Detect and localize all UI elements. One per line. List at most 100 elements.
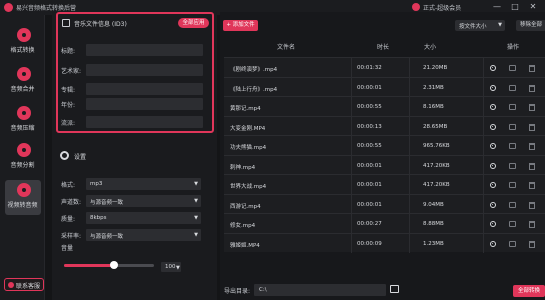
open-folder-icon[interactable] — [509, 221, 516, 227]
file-name: 《陆上行舟》.mp4 — [230, 86, 278, 93]
table-row[interactable]: 黄那记.mp4 00:00:55 8.16MB — [224, 96, 545, 116]
file-size: 8.16MB — [423, 104, 444, 110]
year-label: 年份: — [61, 102, 76, 109]
open-folder-icon[interactable] — [509, 123, 516, 130]
file-size: 28.65MB — [423, 123, 448, 130]
title-field[interactable] — [86, 44, 203, 56]
artist-field[interactable] — [86, 64, 203, 76]
delete-icon[interactable] — [529, 162, 535, 170]
chevron-down-icon: ▼ — [194, 198, 198, 204]
file-name: 雅姬姬.MP4 — [230, 242, 260, 249]
open-folder-icon[interactable] — [509, 240, 516, 247]
sidebar-item-audio-merge[interactable]: 音频合并 — [5, 64, 41, 99]
file-duration: 00:00:01 — [357, 182, 382, 188]
convert-all-button[interactable]: 全部转换 — [513, 285, 545, 297]
close-icon[interactable]: ✕ — [528, 2, 538, 12]
year-field[interactable] — [86, 98, 203, 110]
play-icon[interactable] — [490, 104, 496, 110]
minimize-icon[interactable]: — — [492, 2, 502, 12]
open-folder-icon[interactable] — [509, 182, 516, 188]
table-row[interactable]: 《剧终演梦》.mp4 00:01:32 21.20MB — [224, 57, 545, 77]
file-name: 西游记.mp4 — [230, 203, 261, 210]
file-size: 965.76KB — [423, 143, 450, 149]
table-row[interactable]: 修女.mp4 00:00:27 8.88MB — [224, 213, 545, 233]
channels-select[interactable]: 与源音频一致 ▼ — [86, 195, 201, 207]
maximize-icon[interactable]: □ — [510, 2, 520, 12]
delete-icon[interactable] — [529, 143, 535, 150]
contact-support-button[interactable]: 联系客服 — [4, 278, 44, 291]
delete-icon[interactable] — [529, 221, 535, 228]
sidebar-item-video-to-audio[interactable]: 视频转音频 — [5, 180, 41, 215]
play-icon[interactable] — [490, 201, 496, 208]
table-row[interactable]: 刺神.mp4 00:00:01 417.20KB — [224, 154, 545, 174]
sort-value: 按文件大小 — [459, 24, 487, 30]
volume-slider-handle[interactable] — [109, 261, 118, 269]
chevron-down-icon: ▼ — [498, 22, 502, 28]
genre-field[interactable] — [86, 116, 203, 128]
table-row[interactable]: 世界大战.mp4 00:00:01 417.20KB — [224, 174, 545, 194]
file-name: 功夫熊猫.mp4 — [230, 145, 267, 151]
format-value: mp3 — [90, 181, 103, 187]
play-icon[interactable] — [490, 162, 496, 169]
open-folder-icon[interactable] — [509, 104, 516, 110]
delete-icon[interactable] — [529, 104, 535, 111]
column-divider — [351, 57, 352, 253]
header-filename: 文件名 — [277, 44, 296, 51]
sort-select[interactable]: 按文件大小 ▼ — [455, 20, 505, 31]
disc-icon — [17, 67, 31, 81]
sidebar-item-audio-compress[interactable]: 音频压缩 — [5, 103, 41, 138]
chevron-down-icon: ▼ — [194, 232, 198, 238]
add-file-button[interactable]: + 添加文件 — [223, 20, 258, 31]
header-duration: 时长 — [377, 44, 390, 51]
delete-icon[interactable] — [529, 240, 535, 248]
file-duration: 00:00:27 — [357, 221, 382, 227]
delete-icon[interactable] — [529, 84, 535, 92]
play-icon[interactable] — [490, 240, 496, 247]
delete-icon[interactable] — [529, 182, 535, 189]
play-icon[interactable] — [490, 65, 496, 71]
delete-icon[interactable] — [529, 65, 535, 72]
open-folder-icon[interactable] — [509, 162, 516, 169]
sample-rate-label: 采样率: — [61, 233, 82, 240]
table-row[interactable]: 大变金刚.MP4 00:00:13 28.65MB — [224, 115, 545, 135]
apply-all-button[interactable]: 全部应用 — [178, 18, 209, 28]
delete-icon[interactable] — [529, 201, 535, 209]
user-avatar-icon[interactable] — [412, 3, 420, 11]
volume-slider-fill — [64, 264, 114, 267]
open-folder-icon[interactable] — [509, 65, 516, 71]
sample-rate-select[interactable]: 与源音频一致 ▼ — [86, 229, 201, 241]
chevron-down-icon: ▼ — [194, 181, 198, 187]
quality-value: 8kbps — [90, 215, 107, 221]
export-dir-field[interactable]: C:\ — [254, 284, 386, 296]
play-icon[interactable] — [490, 84, 496, 91]
table-row[interactable]: 《陆上行舟》.mp4 00:00:01 2.31MB — [224, 76, 545, 96]
user-name[interactable]: 正式-超级会员 — [423, 3, 461, 12]
format-label: 格式: — [61, 182, 76, 189]
file-name: 刺神.mp4 — [230, 164, 256, 171]
remove-all-button[interactable]: 移除全部 — [516, 20, 545, 31]
genre-label: 流派: — [61, 120, 76, 127]
disc-icon — [17, 143, 31, 157]
table-row[interactable]: 功夫熊猫.mp4 00:00:55 965.76KB — [224, 135, 545, 155]
file-duration: 00:00:09 — [357, 240, 382, 247]
table-row[interactable]: 雅姬姬.MP4 00:00:09 1.23MB — [224, 232, 545, 252]
play-icon[interactable] — [490, 143, 496, 149]
open-folder-icon[interactable] — [509, 201, 516, 208]
play-icon[interactable] — [490, 123, 496, 130]
play-icon[interactable] — [490, 221, 496, 227]
format-select[interactable]: mp3 ▼ — [86, 178, 201, 190]
play-icon[interactable] — [490, 182, 496, 188]
table-row[interactable]: 西游记.mp4 00:00:01 9.04MB — [224, 193, 545, 213]
open-folder-icon[interactable] — [509, 143, 516, 149]
folder-icon[interactable] — [390, 285, 399, 293]
quality-select[interactable]: 8kbps ▼ — [86, 212, 201, 224]
delete-icon[interactable] — [529, 123, 535, 131]
channels-value: 与源音频一致 — [90, 200, 124, 206]
open-folder-icon[interactable] — [509, 84, 516, 91]
album-field[interactable] — [86, 83, 203, 95]
sidebar-item-format-convert[interactable]: 格式转换 — [5, 25, 41, 60]
sidebar-item-audio-split[interactable]: 音频分割 — [5, 140, 41, 175]
app-logo-icon — [4, 3, 13, 12]
file-name: 黄那记.mp4 — [230, 106, 261, 112]
file-size: 2.31MB — [423, 84, 444, 91]
